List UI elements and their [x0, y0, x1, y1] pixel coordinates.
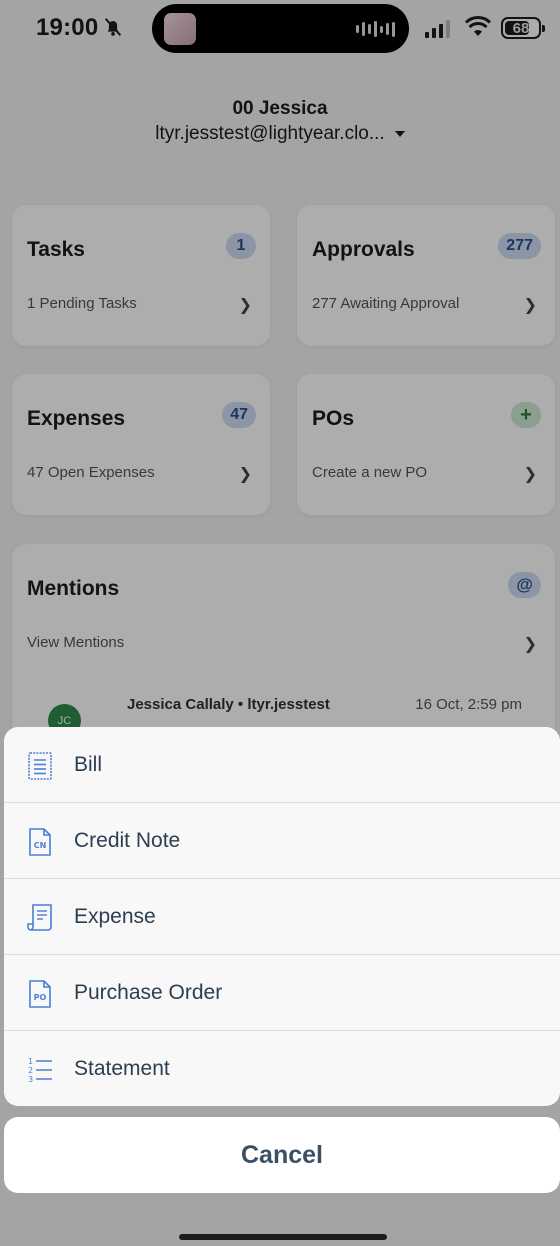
purchase-order-icon: PO — [29, 980, 51, 1008]
action-credit-note[interactable]: CN Credit Note — [4, 803, 560, 879]
svg-text:1: 1 — [28, 1057, 33, 1066]
action-statement[interactable]: 1 2 3 Statement — [4, 1031, 560, 1106]
cancel-button[interactable]: Cancel — [4, 1117, 560, 1193]
create-action-sheet: Bill CN Credit Note Expense PO Purchase … — [4, 727, 560, 1106]
action-bill-label: Bill — [74, 752, 103, 776]
svg-text:2: 2 — [28, 1066, 33, 1075]
svg-text:3: 3 — [28, 1075, 33, 1084]
credit-note-icon: CN — [29, 828, 51, 856]
action-purchase-order-label: Purchase Order — [74, 980, 223, 1004]
numbered-list-icon: 1 2 3 — [28, 1057, 52, 1084]
action-credit-note-label: Credit Note — [74, 828, 181, 852]
svg-text:PO: PO — [34, 993, 47, 1002]
receipt-icon — [27, 904, 52, 931]
home-indicator[interactable] — [179, 1234, 387, 1240]
action-expense[interactable]: Expense — [4, 879, 560, 955]
action-expense-label: Expense — [74, 904, 156, 928]
action-statement-label: Statement — [74, 1057, 170, 1080]
svg-text:CN: CN — [34, 841, 47, 850]
bill-icon — [28, 752, 52, 780]
action-purchase-order[interactable]: PO Purchase Order — [4, 955, 560, 1031]
action-bill[interactable]: Bill — [4, 727, 560, 803]
